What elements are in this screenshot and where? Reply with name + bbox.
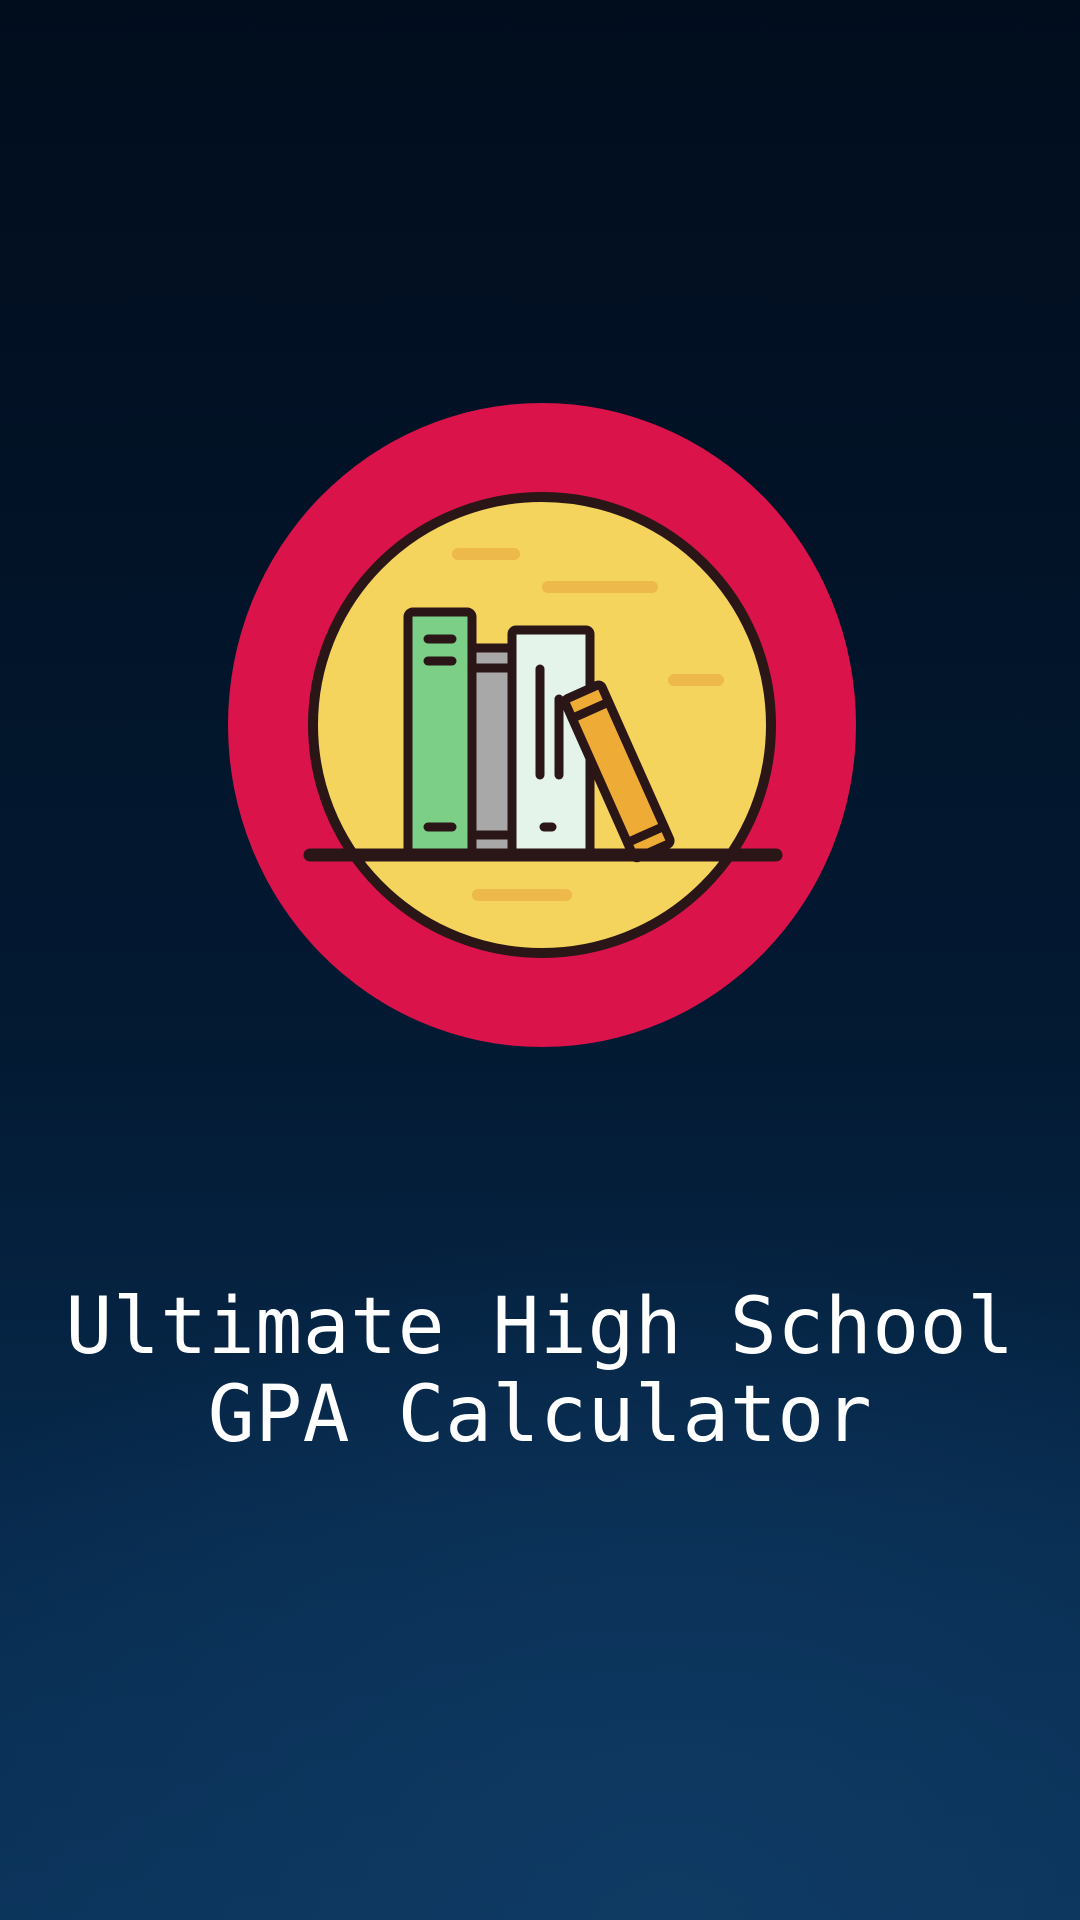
app-title-line-1: Ultimate High School: [65, 1282, 1015, 1372]
app-logo: [228, 403, 856, 1047]
app-title: Ultimate High School GPA Calculator: [40, 1283, 1040, 1459]
splash-screen: Ultimate High School GPA Calculator: [0, 0, 1080, 1920]
bookshelf-icon: [228, 403, 856, 1047]
green-book: [403, 607, 477, 860]
app-title-line-2: GPA Calculator: [207, 1370, 873, 1460]
grey-book: [467, 643, 517, 860]
